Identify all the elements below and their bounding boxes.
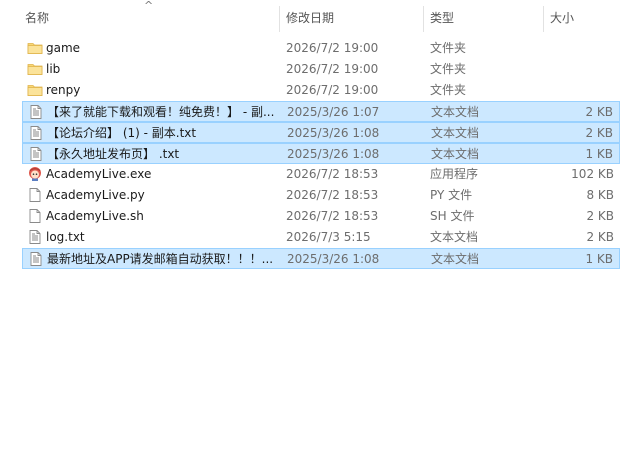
file-type: 文本文档 bbox=[431, 105, 480, 119]
file-name: log.txt bbox=[46, 230, 85, 244]
file-date: 2026/7/2 18:53 bbox=[286, 209, 379, 223]
file-date: 2025/3/26 1:08 bbox=[287, 147, 380, 161]
column-header-bar: ^ 名称 修改日期 类型 大小 bbox=[0, 0, 624, 34]
file-size: 1 KB bbox=[585, 147, 613, 161]
file-name: AcademyLive.sh bbox=[46, 209, 144, 223]
file-date: 2025/3/26 1:08 bbox=[287, 126, 380, 140]
file-size: 1 KB bbox=[585, 252, 613, 266]
file-type: 文件夹 bbox=[430, 41, 467, 55]
file-type: 文本文档 bbox=[431, 252, 480, 266]
file-size: 2 KB bbox=[586, 209, 614, 223]
column-header-date[interactable]: 修改日期 bbox=[286, 0, 420, 34]
file-size: 2 KB bbox=[585, 105, 613, 119]
file-size bbox=[544, 38, 614, 59]
column-header-name[interactable]: 名称 bbox=[25, 0, 275, 34]
file-size: 2 KB bbox=[585, 126, 613, 140]
file-name: AcademyLive.py bbox=[46, 188, 145, 202]
folder-icon bbox=[27, 82, 43, 98]
file-size bbox=[544, 59, 614, 80]
file-name: lib bbox=[46, 62, 61, 76]
column-divider[interactable] bbox=[279, 6, 280, 32]
file-row[interactable]: lib 2026/7/2 19:00 文件夹 bbox=[22, 59, 620, 80]
file-type: 应用程序 bbox=[430, 167, 479, 181]
file-name: 【论坛介绍】 (1) - 副本.txt bbox=[47, 126, 197, 140]
file-date: 2026/7/2 19:00 bbox=[286, 62, 379, 76]
column-header-type[interactable]: 类型 bbox=[430, 0, 540, 34]
text-file-icon bbox=[28, 125, 44, 141]
file-size: 8 KB bbox=[586, 188, 614, 202]
text-file-icon bbox=[28, 104, 44, 120]
file-date: 2026/7/2 18:53 bbox=[286, 167, 379, 181]
file-type: PY 文件 bbox=[430, 188, 473, 202]
file-name: AcademyLive.exe bbox=[46, 167, 152, 181]
file-type: 文件夹 bbox=[430, 62, 467, 76]
file-row[interactable]: AcademyLive.py 2026/7/2 18:53 PY 文件 8 KB bbox=[22, 185, 620, 206]
column-divider[interactable] bbox=[543, 6, 544, 32]
file-size: 2 KB bbox=[586, 230, 614, 244]
file-type: 文本文档 bbox=[430, 230, 479, 244]
file-type: 文本文档 bbox=[431, 147, 480, 161]
column-divider[interactable] bbox=[423, 6, 424, 32]
file-size: 102 KB bbox=[571, 167, 614, 181]
app-exe-icon bbox=[27, 166, 43, 182]
folder-icon bbox=[27, 61, 43, 77]
folder-icon bbox=[27, 40, 43, 56]
file-name: 【永久地址发布页】 .txt bbox=[47, 147, 180, 161]
file-date: 2026/7/2 19:00 bbox=[286, 83, 379, 97]
file-row[interactable]: 【永久地址发布页】 .txt 2025/3/26 1:08 文本文档 1 KB bbox=[22, 143, 620, 164]
file-row[interactable]: 【论坛介绍】 (1) - 副本.txt 2025/3/26 1:08 文本文档 2 K… bbox=[22, 122, 620, 143]
file-date: 2026/7/2 18:53 bbox=[286, 188, 379, 202]
text-file-icon bbox=[28, 146, 44, 162]
text-file-icon bbox=[28, 251, 44, 267]
file-row[interactable]: 最新地址及APP请发邮箱自动获取！！！... 2025/3/26 1:08 文本文档… bbox=[22, 248, 620, 269]
file-row[interactable]: log.txt 2026/7/3 5:15 文本文档 2 KB bbox=[22, 227, 620, 248]
file-size bbox=[544, 80, 614, 101]
blank-file-icon bbox=[27, 187, 43, 203]
file-type: 文件夹 bbox=[430, 83, 467, 97]
file-date: 2025/3/26 1:08 bbox=[287, 252, 380, 266]
file-name: 最新地址及APP请发邮箱自动获取！！！... bbox=[47, 252, 274, 266]
text-file-icon bbox=[27, 229, 43, 245]
file-row[interactable]: renpy 2026/7/2 19:00 文件夹 bbox=[22, 80, 620, 101]
file-date: 2026/7/2 19:00 bbox=[286, 41, 379, 55]
file-type: 文本文档 bbox=[431, 126, 480, 140]
blank-file-icon bbox=[27, 208, 43, 224]
file-name: game bbox=[46, 41, 81, 55]
file-row[interactable]: game 2026/7/2 19:00 文件夹 bbox=[22, 38, 620, 59]
file-date: 2026/7/3 5:15 bbox=[286, 230, 371, 244]
file-name: 【来了就能下载和观看！纯免费！】 - 副... bbox=[47, 105, 275, 119]
column-header-size[interactable]: 大小 bbox=[550, 0, 620, 34]
file-row[interactable]: 【来了就能下载和观看！纯免费！】 - 副... 2025/3/26 1:07 文本文… bbox=[22, 101, 620, 122]
file-name: renpy bbox=[46, 83, 81, 97]
file-type: SH 文件 bbox=[430, 209, 475, 223]
file-date: 2025/3/26 1:07 bbox=[287, 105, 380, 119]
file-row[interactable]: AcademyLive.exe 2026/7/2 18:53 应用程序 102 KB bbox=[22, 164, 620, 185]
file-row[interactable]: AcademyLive.sh 2026/7/2 18:53 SH 文件 2 KB bbox=[22, 206, 620, 227]
